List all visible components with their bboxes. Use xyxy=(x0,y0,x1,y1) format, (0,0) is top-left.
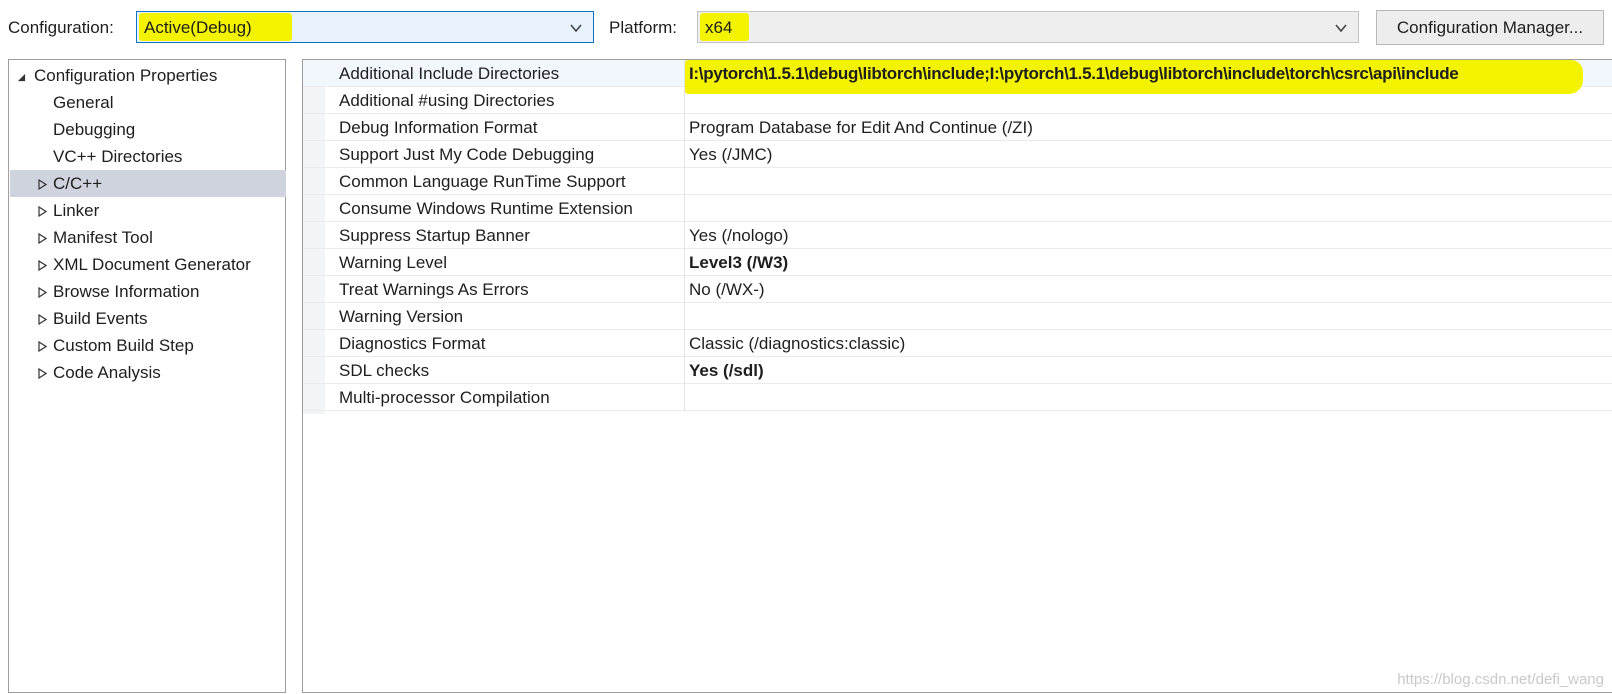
tree-item-vc-directories[interactable]: VC++ Directories xyxy=(10,143,286,170)
property-name: Support Just My Code Debugging xyxy=(339,145,595,164)
property-row-support-just-my-code-debugging[interactable]: Support Just My Code Debugging Yes (/JMC… xyxy=(303,141,1612,168)
platform-label: Platform: xyxy=(609,18,678,37)
expand-triangle-icon[interactable] xyxy=(38,233,47,244)
tree-item-label: Code Analysis xyxy=(53,363,161,382)
platform-value: x64 xyxy=(705,18,733,37)
tree-item-label: Debugging xyxy=(53,120,136,139)
expand-triangle-icon[interactable] xyxy=(38,287,47,298)
property-name: Warning Level xyxy=(339,253,448,272)
column-divider xyxy=(684,195,685,222)
tree-item-custom-build-step[interactable]: Custom Build Step xyxy=(10,332,286,359)
tree-item-build-events[interactable]: Build Events xyxy=(10,305,286,332)
tree-item-label: C/C++ xyxy=(53,174,103,193)
tree-item-label: XML Document Generator xyxy=(53,255,251,274)
property-row-consume-windows-runtime-extension[interactable]: Consume Windows Runtime Extension xyxy=(303,195,1612,222)
property-name: Suppress Startup Banner xyxy=(339,226,530,245)
property-name: Additional #using Directories xyxy=(339,91,555,110)
property-name: Consume Windows Runtime Extension xyxy=(339,199,633,218)
property-row-additional-include-directories[interactable]: Additional Include Directories I:\pytorc… xyxy=(303,60,1612,94)
property-name: Common Language RunTime Support xyxy=(339,172,626,191)
chevron-down-icon xyxy=(570,24,582,33)
property-row-treat-warnings-as-errors[interactable]: Treat Warnings As Errors No (/WX-) xyxy=(303,276,1612,303)
property-value[interactable]: Level3 (/W3) xyxy=(689,253,788,273)
collapse-triangle-icon[interactable] xyxy=(17,72,26,83)
tree-item-linker[interactable]: Linker xyxy=(10,197,286,224)
platform-dropdown[interactable]: x64 xyxy=(697,11,1359,43)
property-row-additional-using-directories[interactable]: Additional #using Directories xyxy=(303,87,1612,114)
tree-item-c-cpp[interactable]: C/C++ xyxy=(10,170,286,197)
column-divider xyxy=(684,249,685,276)
column-divider xyxy=(684,168,685,195)
property-name: Warning Version xyxy=(339,307,464,326)
configuration-label: Configuration: xyxy=(8,18,114,37)
tree-item-label: Configuration Properties xyxy=(34,66,218,85)
property-tree: Configuration Properties General Debuggi… xyxy=(8,59,286,693)
chevron-down-icon xyxy=(1335,24,1347,33)
property-row-warning-version[interactable]: Warning Version xyxy=(303,303,1612,330)
property-value[interactable]: Yes (/JMC) xyxy=(689,145,772,165)
tree-item-label: Custom Build Step xyxy=(53,336,194,355)
tree-item-label: Linker xyxy=(53,201,100,220)
property-name: Diagnostics Format xyxy=(339,334,486,353)
tree-item-xml-document-generator[interactable]: XML Document Generator xyxy=(10,251,286,278)
tree-item-label: VC++ Directories xyxy=(53,147,183,166)
property-value[interactable]: Yes (/sdl) xyxy=(689,361,764,381)
property-row-suppress-startup-banner[interactable]: Suppress Startup Banner Yes (/nologo) xyxy=(303,222,1612,249)
property-grid: Additional Include Directories I:\pytorc… xyxy=(302,59,1612,693)
tree-item-browse-information[interactable]: Browse Information xyxy=(10,278,286,305)
property-name: Multi-processor Compilation xyxy=(339,388,550,407)
column-divider xyxy=(684,303,685,330)
column-divider xyxy=(684,87,685,114)
property-name: SDL checks xyxy=(339,361,430,380)
tree-root-configuration-properties[interactable]: Configuration Properties xyxy=(10,62,286,89)
property-value[interactable]: I:\pytorch\1.5.1\debug\libtorch\include;… xyxy=(689,64,1459,84)
column-divider xyxy=(684,330,685,357)
property-name: Treat Warnings As Errors xyxy=(339,280,529,299)
column-divider xyxy=(684,276,685,303)
property-row-warning-level[interactable]: Warning Level Level3 (/W3) xyxy=(303,249,1612,276)
tree-item-label: Browse Information xyxy=(53,282,200,301)
tree-item-debugging[interactable]: Debugging xyxy=(10,116,286,143)
tree-item-label: Manifest Tool xyxy=(53,228,153,247)
property-row-debug-information-format[interactable]: Debug Information Format Program Databas… xyxy=(303,114,1612,141)
configuration-manager-button[interactable]: Configuration Manager... xyxy=(1376,10,1604,45)
property-value[interactable]: Classic (/diagnostics:classic) xyxy=(689,334,905,354)
expand-triangle-icon[interactable] xyxy=(38,368,47,379)
column-divider xyxy=(684,222,685,249)
configuration-dropdown[interactable]: Active(Debug) xyxy=(136,11,594,43)
tree-item-label: General xyxy=(53,93,114,112)
property-row-common-language-runtime-support[interactable]: Common Language RunTime Support xyxy=(303,168,1612,195)
property-name: Debug Information Format xyxy=(339,118,538,137)
property-row-diagnostics-format[interactable]: Diagnostics Format Classic (/diagnostics… xyxy=(303,330,1612,357)
expand-triangle-icon[interactable] xyxy=(38,179,47,190)
expand-triangle-icon[interactable] xyxy=(38,206,47,217)
expand-triangle-icon[interactable] xyxy=(38,341,47,352)
tree-item-general[interactable]: General xyxy=(10,89,286,116)
tree-item-manifest-tool[interactable]: Manifest Tool xyxy=(10,224,286,251)
tree-item-label: Build Events xyxy=(53,309,148,328)
column-divider xyxy=(684,114,685,141)
watermark: https://blog.csdn.net/defi_wang xyxy=(1397,671,1604,688)
expand-triangle-icon[interactable] xyxy=(38,260,47,271)
property-value[interactable]: No (/WX-) xyxy=(689,280,765,300)
expand-triangle-icon[interactable] xyxy=(38,314,47,325)
property-row-sdl-checks[interactable]: SDL checks Yes (/sdl) xyxy=(303,357,1612,384)
configuration-toolbar: Configuration: Active(Debug) Platform: x… xyxy=(0,0,1612,58)
column-divider xyxy=(684,141,685,168)
property-name: Additional Include Directories xyxy=(339,64,560,83)
column-divider xyxy=(684,384,685,411)
property-value[interactable]: Program Database for Edit And Continue (… xyxy=(689,118,1033,138)
configuration-value: Active(Debug) xyxy=(144,18,252,37)
property-row-multi-processor-compilation[interactable]: Multi-processor Compilation xyxy=(303,384,1612,411)
tree-item-code-analysis[interactable]: Code Analysis xyxy=(10,359,286,386)
column-divider xyxy=(684,357,685,384)
property-value[interactable]: Yes (/nologo) xyxy=(689,226,789,246)
